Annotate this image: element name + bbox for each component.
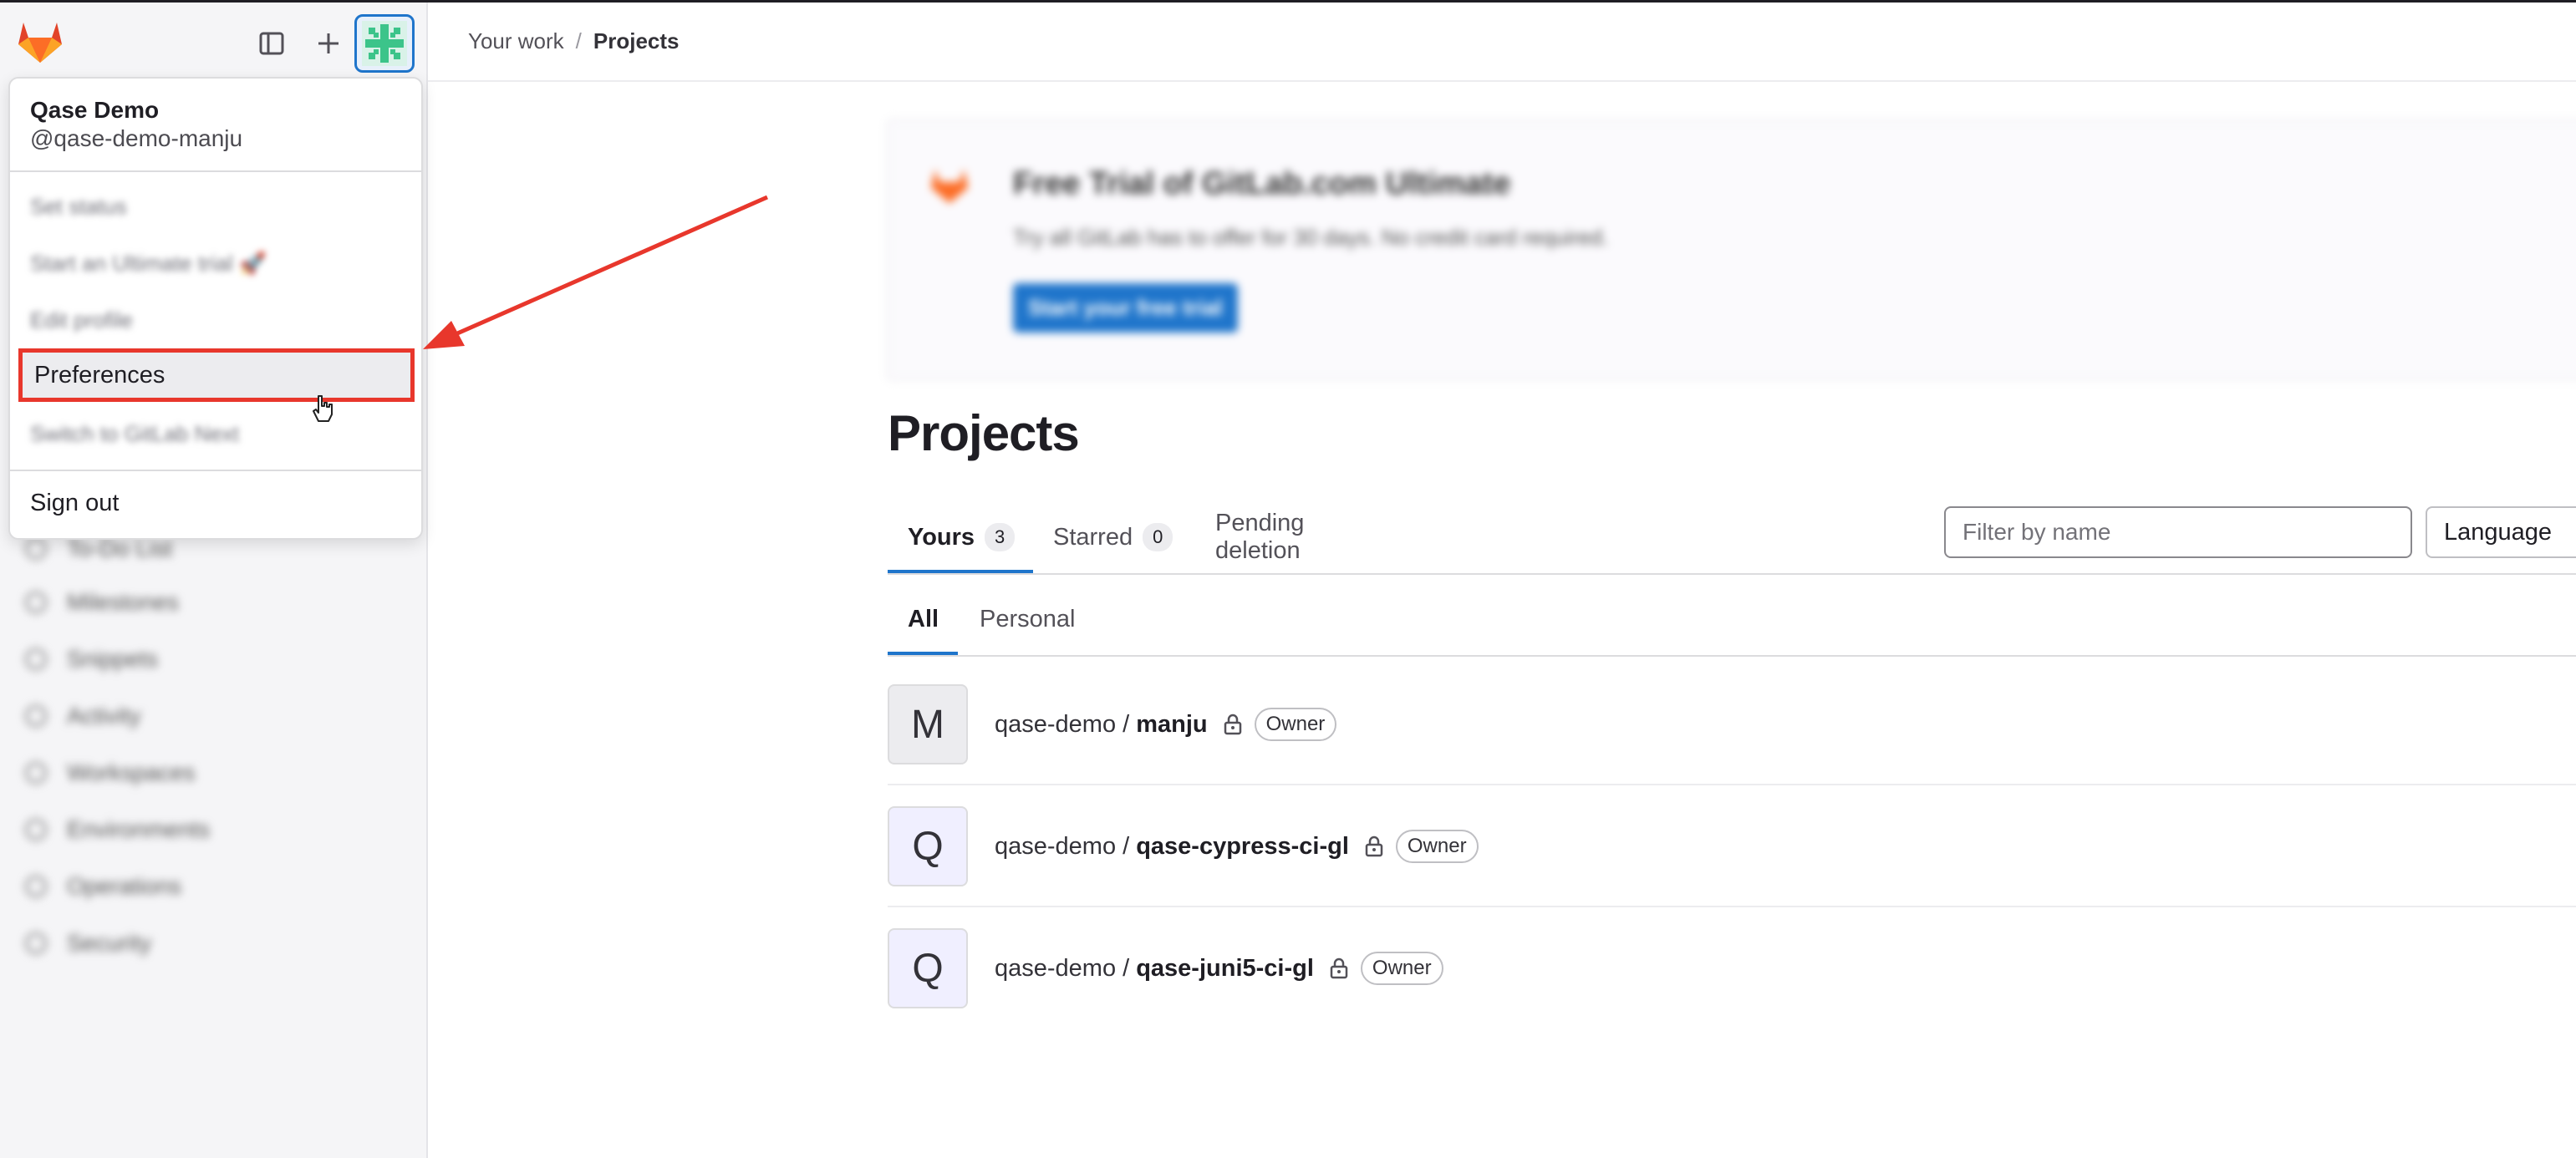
menu-item-switch-gitlab-next[interactable]: Switch to GitLab Next	[30, 421, 239, 447]
page-title: Projects	[888, 405, 1080, 461]
tab-starred[interactable]: Starred 0	[1053, 501, 1173, 573]
user-display-name: Qase Demo	[30, 97, 160, 123]
user-avatar-button[interactable]	[354, 14, 415, 73]
breadcrumb: Your work / Projects	[468, 28, 680, 54]
header-divider	[428, 80, 2576, 82]
project-avatar[interactable]: Q	[888, 928, 968, 1008]
sidebar-item-label: Security	[67, 930, 152, 956]
gitlab-logo-icon[interactable]	[17, 19, 64, 64]
sidebar-item-label: Operations	[67, 873, 181, 899]
milestone-icon	[25, 592, 47, 613]
sidebar-item-label: Workspaces	[67, 759, 196, 785]
lock-icon	[1364, 835, 1384, 857]
breadcrumb-current[interactable]: Projects	[593, 28, 680, 53]
project-title: qase-demo / qase-juni5-ci-gl Owner	[995, 907, 1443, 1029]
sidebar-item-label: Environments	[67, 816, 211, 842]
create-new-plus-icon[interactable]	[308, 23, 349, 64]
tab-count-badge: 3	[985, 523, 1016, 551]
start-trial-button[interactable]: Start your free trial	[1013, 283, 1238, 333]
project-name[interactable]: manju	[1136, 711, 1207, 739]
sidebar-item-operations[interactable]: Operations	[25, 873, 181, 900]
sidebar-item-activity[interactable]: Activity	[25, 703, 141, 729]
preferences-label: Preferences	[34, 361, 165, 389]
sidebar-toggle-icon[interactable]	[251, 23, 293, 64]
menu-item-preferences[interactable]: Preferences	[18, 348, 415, 402]
sidebar-item-snippets[interactable]: Snippets	[25, 646, 158, 673]
filter-by-name-input[interactable]	[1944, 506, 2412, 558]
role-badge: Owner	[1395, 830, 1479, 863]
project-name[interactable]: qase-cypress-ci-gl	[1136, 833, 1349, 861]
tab-count-badge: 0	[1143, 523, 1173, 551]
project-namespace[interactable]: qase-demo /	[995, 711, 1129, 739]
subtab-all[interactable]: All	[908, 583, 939, 655]
tab-yours[interactable]: Yours 3	[908, 501, 1016, 573]
subtab-personal[interactable]: Personal	[980, 583, 1075, 655]
language-dropdown[interactable]: Language	[2426, 506, 2576, 558]
sidebar-item-label: Snippets	[67, 646, 158, 672]
identicon-icon	[362, 21, 407, 66]
user-menu-dropdown: Qase Demo @qase-demo-manju Set status St…	[8, 77, 423, 540]
menu-divider	[10, 170, 421, 172]
tab-label: Yours	[908, 523, 975, 551]
menu-item-edit-profile[interactable]: Edit profile	[30, 307, 133, 333]
user-menu-header[interactable]: Qase Demo @qase-demo-manju	[30, 97, 242, 152]
gitlab-logo-icon	[929, 166, 970, 209]
sidebar-item-label: Activity	[67, 703, 141, 729]
menu-divider	[10, 470, 421, 471]
role-badge: Owner	[1254, 708, 1337, 741]
project-namespace[interactable]: qase-demo /	[995, 955, 1129, 983]
subtabs-divider	[888, 655, 2576, 657]
project-avatar[interactable]: M	[888, 684, 968, 764]
trial-banner: Free Trial of GitLab.com Ultimate Try al…	[886, 119, 2576, 381]
trial-subtitle: Try all GitLab has to offer for 30 days.…	[1013, 225, 1609, 250]
project-name[interactable]: qase-juni5-ci-gl	[1136, 955, 1314, 983]
language-dropdown-label: Language	[2444, 518, 2553, 546]
menu-item-set-status[interactable]: Set status	[30, 194, 127, 220]
project-row[interactable]: Q qase-demo / qase-cypress-ci-gl Owner	[888, 785, 2576, 906]
tab-label: Pending deletion	[1215, 510, 1305, 564]
project-avatar[interactable]: Q	[888, 806, 968, 886]
lock-icon	[1223, 714, 1243, 735]
workspace-icon	[25, 762, 47, 784]
project-row[interactable]: M qase-demo / manju Owner	[888, 663, 2576, 784]
menu-item-sign-out[interactable]: Sign out	[30, 490, 119, 517]
project-namespace[interactable]: qase-demo /	[995, 833, 1129, 861]
tab-pending-deletion[interactable]: Pending deletion	[1215, 501, 1304, 573]
menu-item-start-trial[interactable]: Start an Ultimate trial 🚀	[30, 251, 266, 277]
hand-pointer-cursor-icon	[311, 394, 334, 427]
breadcrumb-separator: /	[575, 28, 582, 53]
project-title: qase-demo / qase-cypress-ci-gl Owner	[995, 785, 1479, 907]
lock-icon	[1329, 957, 1349, 979]
breadcrumb-your-work[interactable]: Your work	[468, 28, 564, 53]
todo-icon	[25, 538, 47, 560]
activity-icon	[25, 705, 47, 727]
shield-icon	[25, 932, 47, 954]
environment-icon	[25, 819, 47, 841]
sidebar-item-label: Milestones	[67, 589, 179, 615]
sidebar-item-milestones[interactable]: Milestones	[25, 589, 179, 616]
sidebar-item-environments[interactable]: Environments	[25, 816, 210, 843]
trial-title: Free Trial of GitLab.com Ultimate	[1013, 166, 1511, 201]
sidebar-item-workspaces[interactable]: Workspaces	[25, 759, 196, 786]
operations-icon	[25, 876, 47, 897]
tabs-divider	[888, 573, 2576, 575]
project-row[interactable]: Q qase-demo / qase-juni5-ci-gl Owner	[888, 907, 2576, 1028]
sidebar-item-security[interactable]: Security	[25, 930, 151, 957]
project-title: qase-demo / manju Owner	[995, 663, 1337, 785]
role-badge: Owner	[1360, 952, 1443, 985]
tab-label: Starred	[1053, 523, 1133, 551]
snippet-icon	[25, 648, 47, 670]
user-handle: @qase-demo-manju	[30, 125, 243, 151]
